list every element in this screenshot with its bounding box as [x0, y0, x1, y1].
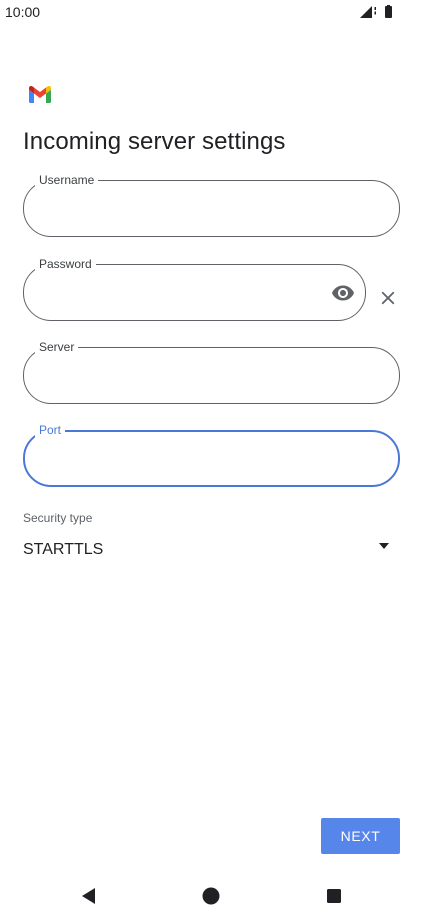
- status-icons: [360, 5, 392, 18]
- password-field[interactable]: Password: [23, 256, 366, 321]
- server-label: Server: [35, 339, 79, 355]
- wifi-mini-icon: [374, 7, 376, 10]
- page-title: Incoming server settings: [23, 128, 286, 155]
- eye-icon[interactable]: [331, 281, 355, 305]
- status-bar: 10:00: [0, 0, 423, 26]
- home-icon[interactable]: [199, 884, 223, 908]
- server-field[interactable]: Server: [23, 339, 400, 404]
- close-icon[interactable]: [377, 287, 399, 309]
- next-button[interactable]: NEXT: [321, 818, 400, 854]
- port-label: Port: [35, 422, 66, 438]
- recents-icon[interactable]: [322, 884, 346, 908]
- back-icon[interactable]: [77, 884, 101, 908]
- server-input[interactable]: [40, 362, 349, 388]
- username-input[interactable]: [40, 195, 349, 221]
- security-type-dropdown[interactable]: STARTTLS: [23, 536, 400, 566]
- password-label: Password: [35, 256, 96, 272]
- dropdown-arrow-icon[interactable]: [378, 542, 390, 550]
- status-time: 10:00: [5, 4, 41, 20]
- username-label: Username: [35, 172, 99, 188]
- port-field[interactable]: Port: [23, 422, 400, 487]
- signal-icon: [360, 6, 372, 18]
- battery-icon: [385, 6, 392, 18]
- password-input[interactable]: [40, 279, 315, 305]
- navigation-bar: [0, 872, 423, 918]
- username-field[interactable]: Username: [23, 172, 400, 237]
- screen: 10:00 Incoming server settings Username …: [0, 0, 423, 918]
- security-type-value: STARTTLS: [23, 541, 104, 558]
- port-input[interactable]: [40, 445, 348, 471]
- gmail-logo: [29, 86, 51, 103]
- security-type-label: Security type: [23, 511, 93, 525]
